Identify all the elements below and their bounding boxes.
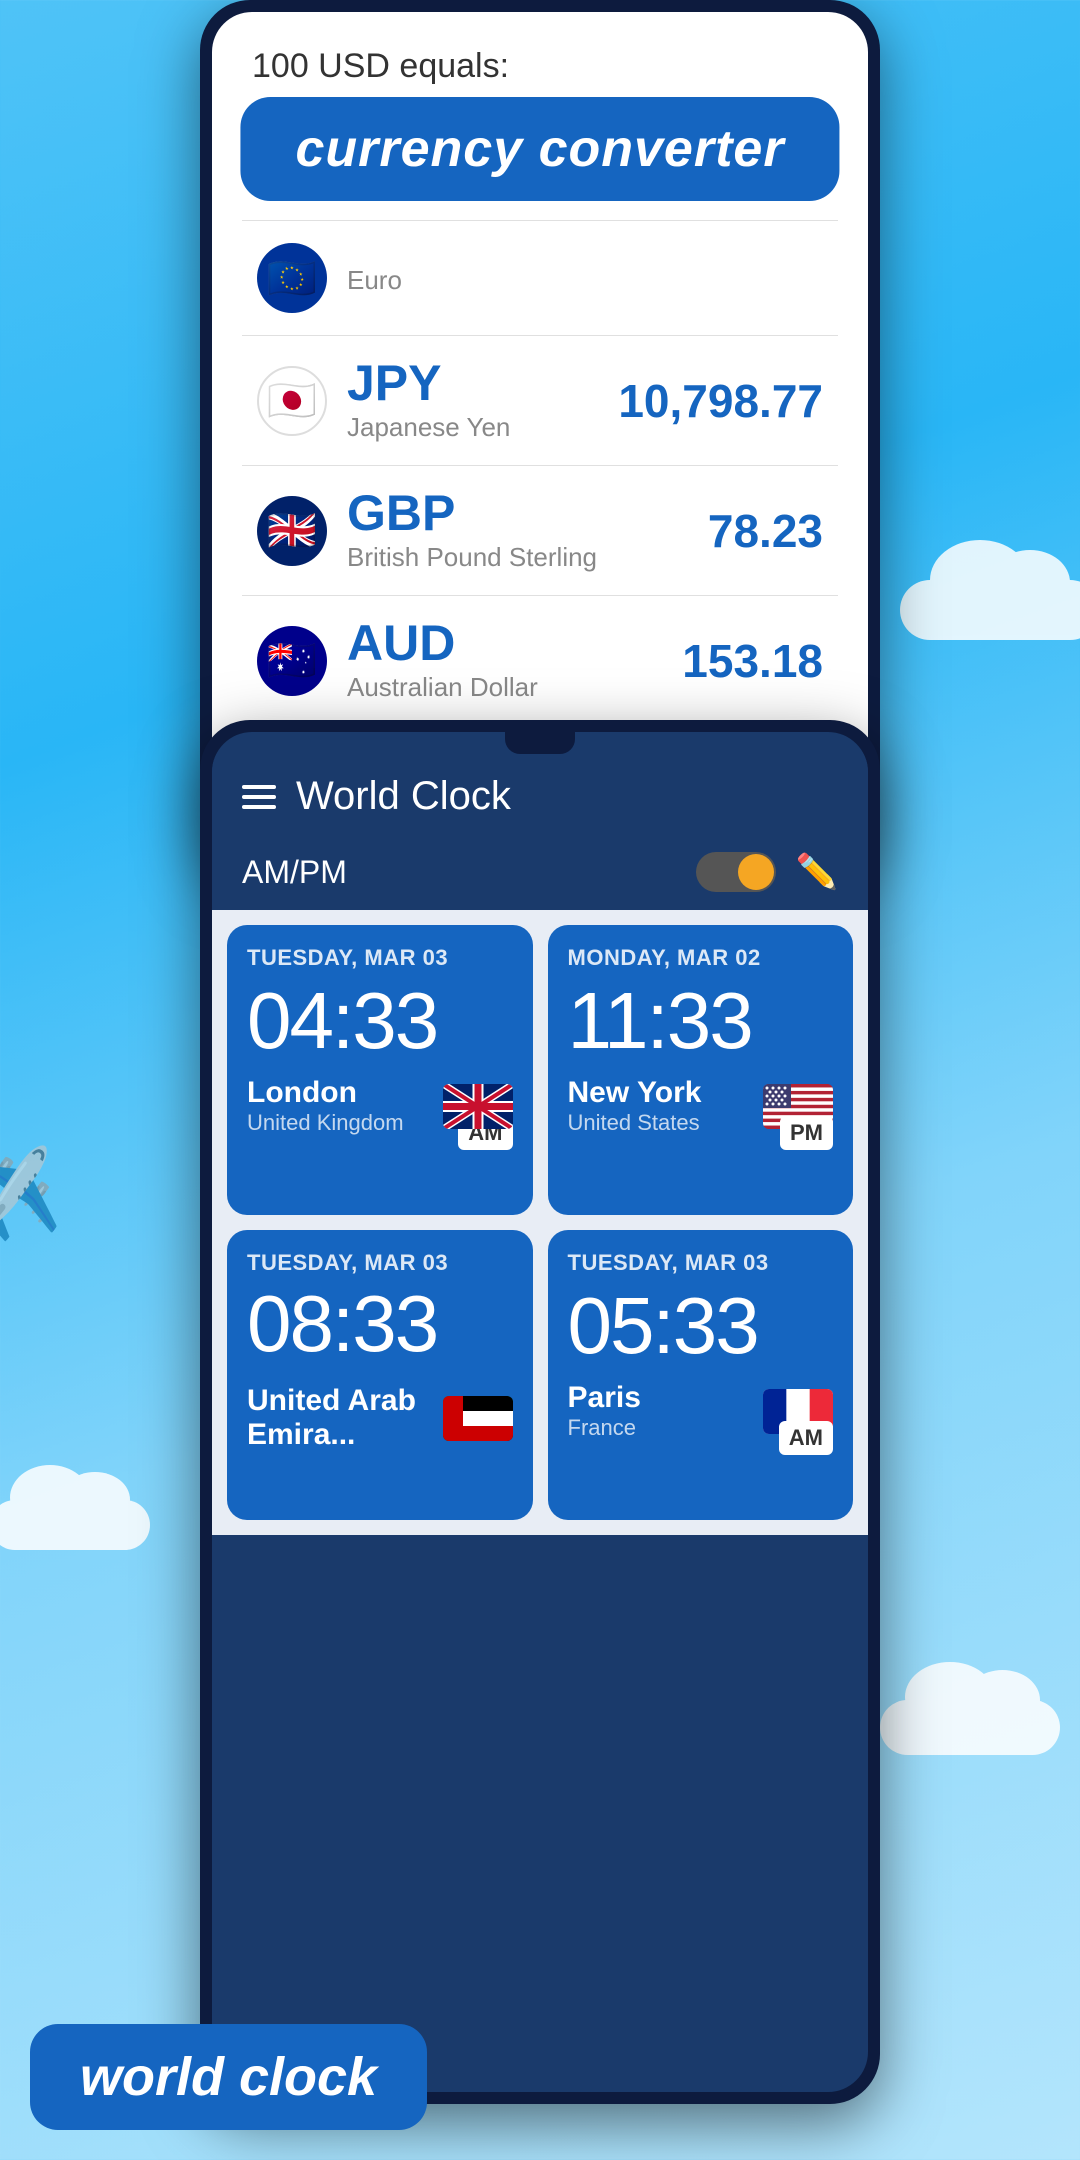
toggle-knob (738, 854, 774, 890)
currency-name-aud: Australian Dollar (347, 672, 682, 703)
currency-row-eur[interactable]: 🇪🇺 Euro (242, 221, 838, 336)
country-name-london: United Kingdom (247, 1110, 404, 1136)
currency-info-aud: AUD Australian Dollar (347, 618, 682, 703)
city-row-uae: United Arab Emira... (247, 1364, 513, 1452)
city-info-newyork: New York United States (568, 1076, 702, 1136)
clock-time-london: 04:33 (247, 981, 513, 1061)
currency-header: 100 USD equals: (212, 12, 868, 106)
ampm-badge-newyork: PM (780, 1116, 833, 1150)
clock-time-paris: 05:33 (568, 1286, 834, 1366)
currency-code-jpy: JPY (347, 358, 618, 408)
clock-date-uae: TUESDAY, MAR 03 (247, 1250, 513, 1276)
currency-row-aud[interactable]: 🇦🇺 AUD Australian Dollar 153.18 (242, 596, 838, 726)
currency-name-eur: Euro (347, 265, 823, 296)
airplane-decoration: ✈️ (0, 1142, 67, 1252)
flag-uae (443, 1396, 513, 1441)
clock-date-london: TUESDAY, MAR 03 (247, 945, 513, 971)
currency-value-aud: 153.18 (682, 634, 823, 688)
clock-card-london[interactable]: TUESDAY, MAR 03 04:33 AM London United K… (227, 925, 533, 1215)
menu-button[interactable] (242, 785, 276, 809)
currency-row-gbp[interactable]: 🇬🇧 GBP British Pound Sterling 78.23 (242, 466, 838, 596)
world-clock-header: World Clock (212, 754, 868, 834)
currency-code-gbp: GBP (347, 488, 708, 538)
currency-value-gbp: 78.23 (708, 504, 823, 558)
clock-card-newyork[interactable]: MONDAY, MAR 02 11:33 PM New York United … (548, 925, 854, 1215)
clock-card-paris[interactable]: TUESDAY, MAR 03 05:33 AM Paris France (548, 1230, 854, 1520)
edit-button[interactable]: ✏️ (796, 852, 838, 892)
ampm-bar: AM/PM ✏️ (212, 834, 868, 910)
currency-info-eur: Euro (347, 261, 823, 296)
clock-date-paris: TUESDAY, MAR 03 (568, 1250, 834, 1276)
clock-card-uae[interactable]: TUESDAY, MAR 03 08:33 United Arab Emira.… (227, 1230, 533, 1520)
city-name-paris: Paris (568, 1381, 641, 1415)
world-clock-title: World Clock (296, 774, 838, 819)
flag-eur: 🇪🇺 (257, 243, 327, 313)
city-row-london: London United Kingdom (247, 1076, 513, 1136)
country-name-paris: France (568, 1415, 641, 1441)
flag-jpy: 🇯🇵 (257, 366, 327, 436)
currency-info-jpy: JPY Japanese Yen (347, 358, 618, 443)
clock-grid: TUESDAY, MAR 03 04:33 AM London United K… (212, 910, 868, 1535)
currency-info-gbp: GBP British Pound Sterling (347, 488, 708, 573)
clock-time-uae: 08:33 (247, 1284, 513, 1364)
city-info-paris: Paris France (568, 1381, 641, 1441)
clock-time-newyork: 11:33 (568, 981, 834, 1061)
phone-notch (505, 732, 575, 754)
currency-name-jpy: Japanese Yen (347, 412, 618, 443)
ampm-badge-paris: AM (779, 1421, 833, 1455)
world-clock-phone: World Clock AM/PM ✏️ TUESDAY, MAR 03 04:… (200, 720, 880, 2104)
country-name-newyork: United States (568, 1110, 702, 1136)
city-name-newyork: New York (568, 1076, 702, 1110)
currency-name-gbp: British Pound Sterling (347, 542, 708, 573)
clock-date-newyork: MONDAY, MAR 02 (568, 945, 834, 971)
currency-converter-label: currency converter (240, 97, 839, 201)
currency-code-aud: AUD (347, 618, 682, 668)
city-name-uae: United Arab Emira... (247, 1384, 443, 1452)
flag-uk (443, 1084, 513, 1129)
flag-aud: 🇦🇺 (257, 626, 327, 696)
currency-value-jpy: 10,798.77 (618, 374, 823, 428)
world-clock-screen: World Clock AM/PM ✏️ TUESDAY, MAR 03 04:… (212, 732, 868, 2092)
city-info-uae: United Arab Emira... (247, 1384, 443, 1452)
world-clock-label: world clock (30, 2024, 427, 2130)
city-info-london: London United Kingdom (247, 1076, 404, 1136)
currency-row-jpy[interactable]: 🇯🇵 JPY Japanese Yen 10,798.77 (242, 336, 838, 466)
ampm-toggle[interactable] (696, 852, 776, 892)
city-name-london: London (247, 1076, 404, 1110)
flag-gbp: 🇬🇧 (257, 496, 327, 566)
ampm-label: AM/PM (242, 854, 696, 891)
